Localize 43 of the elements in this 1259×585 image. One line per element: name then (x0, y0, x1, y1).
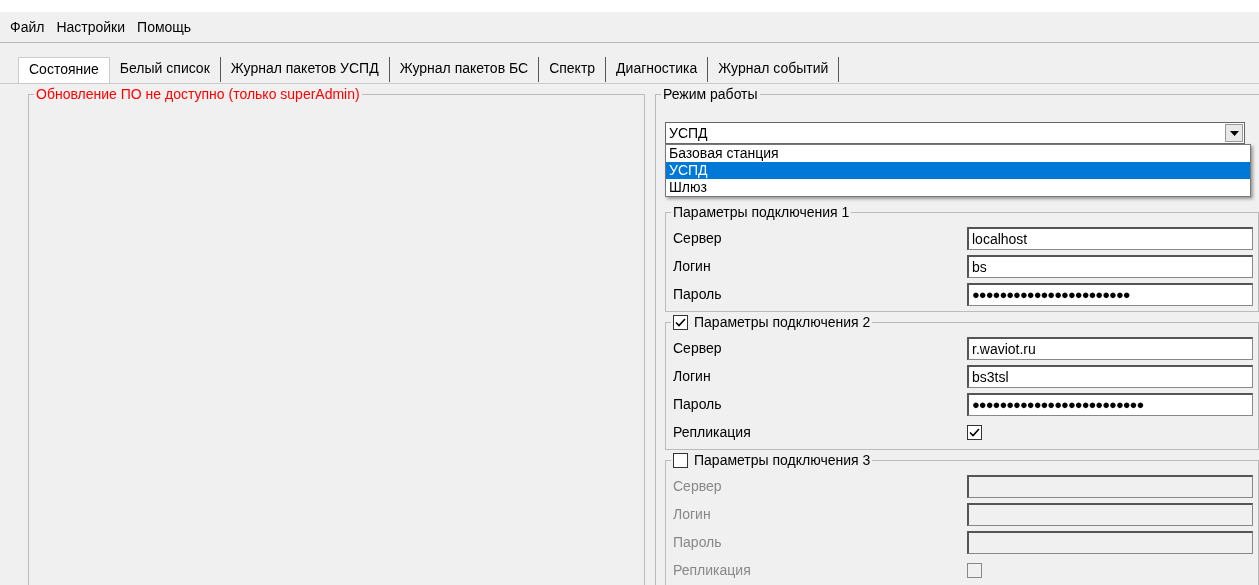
tab[interactable]: Журнал пакетов БС (389, 57, 540, 82)
password-field[interactable]: ●●●●●●●●●●●●●●●●●●●●●●● (967, 282, 1253, 306)
field-label: Репликация (672, 562, 752, 578)
group-title: Режим работы (661, 86, 760, 103)
menu-item[interactable]: Помощь (137, 19, 192, 35)
field-label: Пароль (672, 396, 723, 412)
password-field[interactable] (967, 530, 1253, 554)
field-label: Сервер (672, 478, 723, 494)
field-label: Логин (672, 258, 712, 274)
menu-item[interactable]: Настройки (56, 19, 126, 35)
field-label: Логин (672, 368, 712, 384)
field-label: Сервер (672, 340, 723, 356)
dropdown-option[interactable]: УСПД (666, 162, 1250, 179)
checkbox[interactable] (673, 453, 688, 468)
field-label: Репликация (672, 424, 752, 440)
input-field[interactable] (967, 474, 1253, 498)
field-label: Пароль (672, 286, 723, 302)
field-label: Логин (672, 506, 712, 522)
checkbox[interactable] (967, 562, 982, 578)
tab[interactable]: Спектр (539, 57, 607, 82)
input-field[interactable]: localhost (967, 226, 1253, 250)
tab[interactable]: Состояние (18, 57, 110, 83)
menu-item[interactable]: Файл (10, 19, 45, 35)
checkbox[interactable] (967, 424, 982, 440)
mode-dropdown[interactable]: УСПД (665, 122, 1245, 144)
group-title: Обновление ПО не доступно (только superAdmin) (34, 86, 362, 103)
group-title: Параметры подключения 2 (694, 314, 871, 331)
input-field[interactable]: bs (967, 254, 1253, 278)
field-label: Сервер (672, 230, 723, 246)
dropdown-option[interactable]: Шлюз (666, 179, 1250, 196)
tab[interactable]: Журнал пакетов УСПД (220, 57, 390, 82)
input-field[interactable] (967, 502, 1253, 526)
tab[interactable]: Журнал событий (708, 57, 840, 82)
group-title: Параметры подключения 1 (673, 204, 850, 221)
field-label: Пароль (672, 534, 723, 550)
input-field[interactable]: bs3tsl (967, 364, 1253, 388)
input-field[interactable]: r.waviot.ru (967, 336, 1253, 360)
group-title: Параметры подключения 3 (694, 452, 871, 469)
tab[interactable]: Диагностика (606, 57, 709, 82)
dropdown-option[interactable]: Базовая станция (666, 145, 1250, 162)
tab[interactable]: Белый список (109, 57, 221, 82)
password-field[interactable]: ●●●●●●●●●●●●●●●●●●●●●●●●● (967, 392, 1253, 416)
checkbox[interactable] (673, 315, 688, 330)
